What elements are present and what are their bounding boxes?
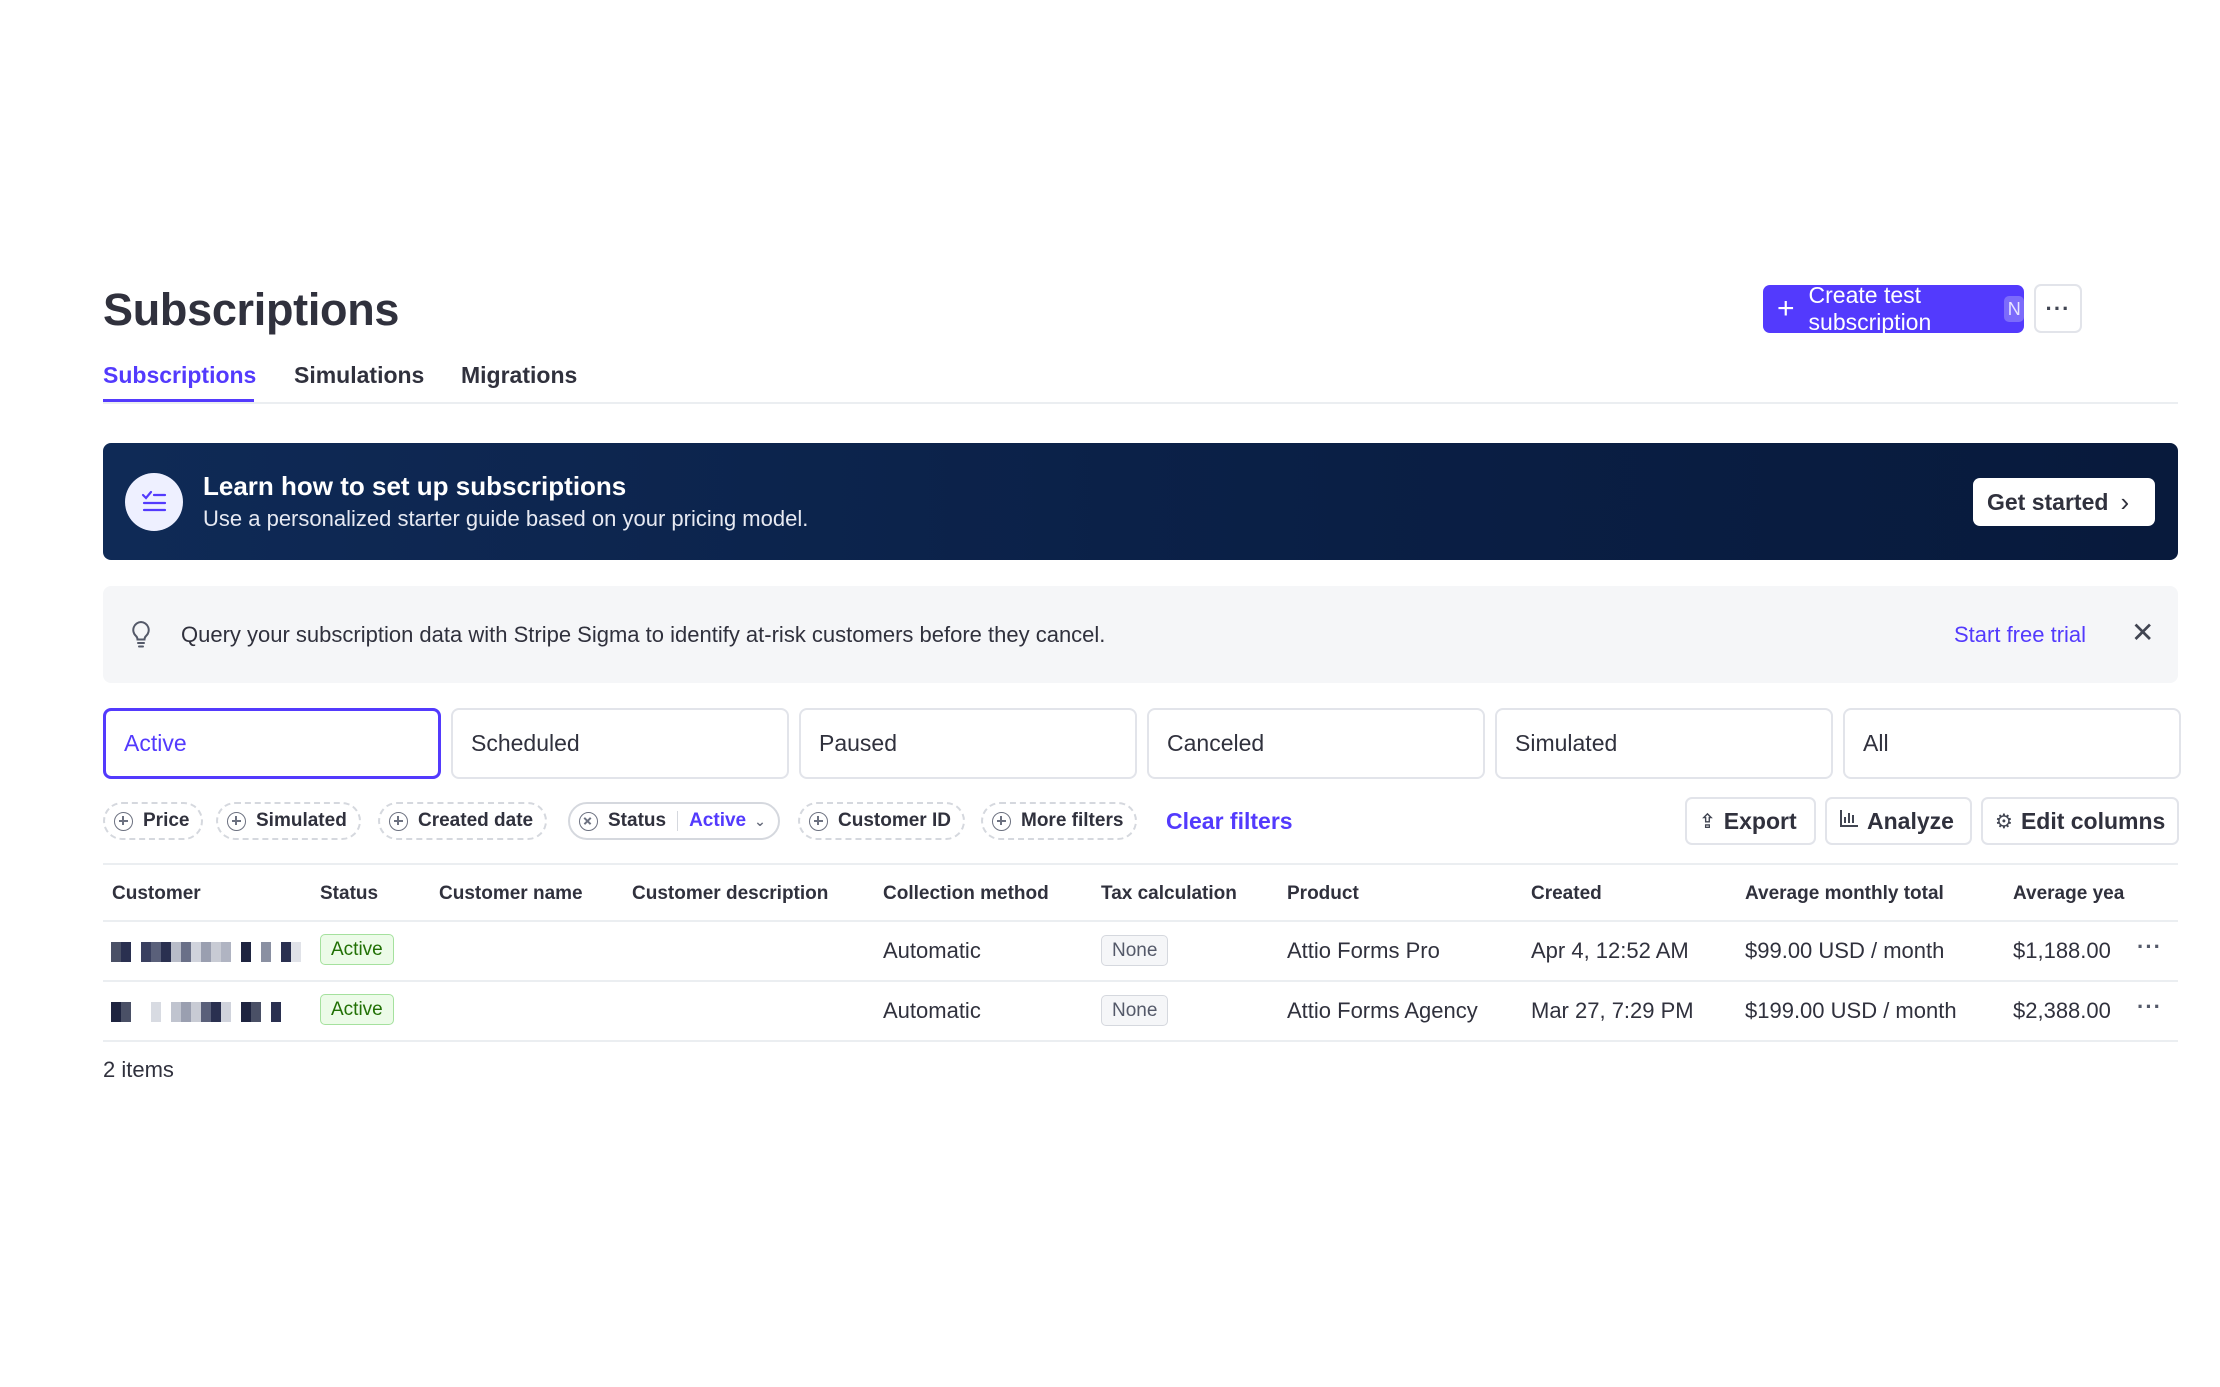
- filter-status-label: Status: [608, 810, 667, 831]
- checklist-icon: [125, 473, 183, 531]
- clear-filters-link[interactable]: Clear filters: [1166, 808, 1293, 835]
- chevron-down-icon: ⌄: [754, 812, 766, 829]
- items-count: 2 items: [103, 1057, 174, 1082]
- start-free-trial-link[interactable]: Start free trial: [1954, 622, 2086, 648]
- sigma-notice: Query your subscription data with Stripe…: [103, 586, 2178, 683]
- remove-circle-icon[interactable]: [579, 811, 598, 831]
- column-header[interactable]: Product: [1287, 883, 1359, 905]
- row-actions-icon[interactable]: ···: [2137, 934, 2162, 960]
- table-row[interactable]: Active Automatic None Attio Forms Pro Ap…: [103, 922, 2178, 982]
- table-header: Customer Status Customer name Customer d…: [103, 863, 2178, 922]
- segment-paused[interactable]: Paused: [799, 708, 1137, 779]
- bar-chart-icon: [1839, 809, 1859, 833]
- status-badge: Active: [320, 934, 394, 965]
- setup-guide-banner: Learn how to set up subscriptions Use a …: [103, 443, 2178, 560]
- column-header[interactable]: Customer name: [439, 883, 583, 905]
- filter-price-label: Price: [143, 810, 190, 831]
- yearly-total-cell: $1,188.00: [2013, 938, 2111, 963]
- filter-more-label: More filters: [1021, 810, 1124, 831]
- lightbulb-icon: [132, 620, 150, 648]
- filter-price[interactable]: Price: [103, 802, 204, 840]
- get-started-label: Get started: [1987, 488, 2109, 515]
- tab-migrations[interactable]: Migrations: [461, 362, 577, 389]
- product-cell: Attio Forms Agency: [1287, 998, 1478, 1023]
- create-test-subscription-button[interactable]: + Create test subscription N: [1763, 282, 2024, 335]
- row-actions-icon[interactable]: ···: [2137, 994, 2162, 1020]
- column-header[interactable]: Customer description: [632, 883, 828, 905]
- edit-columns-button[interactable]: ⚙ Edit columns: [1981, 797, 2179, 845]
- tab-simulations[interactable]: Simulations: [294, 362, 424, 389]
- analyze-label: Analyze: [1867, 807, 1954, 834]
- plus-circle-icon: [227, 811, 246, 831]
- filter-simulated[interactable]: Simulated: [216, 802, 361, 840]
- banner-subtitle: Use a personalized starter guide based o…: [203, 506, 809, 531]
- filter-simulated-label: Simulated: [256, 810, 347, 831]
- tab-bar: Subscriptions Simulations Migrations: [103, 354, 2178, 404]
- export-label: Export: [1723, 807, 1797, 834]
- tax-badge: None: [1101, 995, 1169, 1026]
- tax-badge: None: [1101, 935, 1169, 966]
- created-cell: Apr 4, 12:52 AM: [1531, 938, 1689, 963]
- export-button[interactable]: ⇪ Export: [1685, 797, 1816, 845]
- close-icon[interactable]: ✕: [2131, 616, 2154, 649]
- redacted-customer: [111, 942, 301, 962]
- collection-method-cell: Automatic: [883, 938, 981, 963]
- edit-columns-label: Edit columns: [2020, 807, 2166, 834]
- collection-method-cell: Automatic: [883, 998, 981, 1023]
- filter-more[interactable]: More filters: [981, 802, 1138, 840]
- export-icon: ⇪: [1699, 810, 1716, 833]
- chevron-right-icon: ›: [2120, 486, 2130, 517]
- subscriptions-table: Customer Status Customer name Customer d…: [103, 863, 2178, 1042]
- created-cell: Mar 27, 7:29 PM: [1531, 998, 1694, 1023]
- segment-simulated[interactable]: Simulated: [1495, 708, 1833, 779]
- ellipsis-icon: ···: [2045, 295, 2071, 321]
- active-tab-indicator: [103, 399, 254, 402]
- column-header[interactable]: Average monthly total: [1745, 883, 1944, 905]
- get-started-button[interactable]: Get started ›: [1973, 478, 2155, 526]
- subscriptions-page: Subscriptions + Create test subscription…: [103, 0, 2181, 1387]
- product-cell: Attio Forms Pro: [1287, 938, 1440, 963]
- monthly-total-cell: $199.00 USD / month: [1745, 998, 1957, 1023]
- plus-circle-icon: [114, 811, 133, 831]
- filter-customer-id-label: Customer ID: [838, 810, 951, 831]
- keyboard-shortcut-badge: N: [2004, 296, 2024, 322]
- notice-text: Query your subscription data with Stripe…: [181, 622, 1106, 647]
- table-row[interactable]: Active Automatic None Attio Forms Agency…: [103, 982, 2178, 1042]
- redacted-customer: [111, 1002, 281, 1022]
- monthly-total-cell: $99.00 USD / month: [1745, 938, 1945, 963]
- segment-scheduled[interactable]: Scheduled: [451, 708, 789, 779]
- segment-all[interactable]: All: [1843, 708, 2181, 779]
- create-button-label: Create test subscription: [1808, 282, 1932, 335]
- segment-canceled[interactable]: Canceled: [1147, 708, 1485, 779]
- column-header[interactable]: Tax calculation: [1101, 883, 1237, 905]
- yearly-total-cell: $2,388.00: [2013, 998, 2111, 1023]
- more-actions-button[interactable]: ···: [2034, 284, 2082, 333]
- filter-status-value: Active: [689, 810, 747, 831]
- analyze-button[interactable]: Analyze: [1825, 797, 1972, 845]
- tab-subscriptions[interactable]: Subscriptions: [103, 362, 256, 389]
- page-title: Subscriptions: [103, 284, 400, 335]
- status-badge: Active: [320, 994, 394, 1025]
- filter-created-date-label: Created date: [418, 810, 534, 831]
- filter-customer-id[interactable]: Customer ID: [798, 802, 965, 840]
- gear-icon: ⚙: [1995, 810, 2013, 833]
- plus-circle-icon: [389, 811, 408, 831]
- column-header[interactable]: Created: [1531, 883, 1602, 905]
- filter-status[interactable]: Status Active ⌄: [568, 802, 780, 840]
- column-header[interactable]: Collection method: [883, 883, 1049, 905]
- segment-active[interactable]: Active: [103, 708, 441, 779]
- column-header[interactable]: Status: [320, 883, 378, 905]
- banner-title: Learn how to set up subscriptions: [203, 471, 627, 501]
- plus-circle-icon: [809, 811, 828, 831]
- filter-created-date[interactable]: Created date: [378, 802, 548, 840]
- column-header[interactable]: Customer: [112, 883, 201, 905]
- plus-icon: +: [1777, 292, 1795, 325]
- divider: [677, 811, 679, 831]
- plus-circle-icon: [992, 811, 1011, 831]
- column-header[interactable]: Average yea: [2013, 883, 2130, 905]
